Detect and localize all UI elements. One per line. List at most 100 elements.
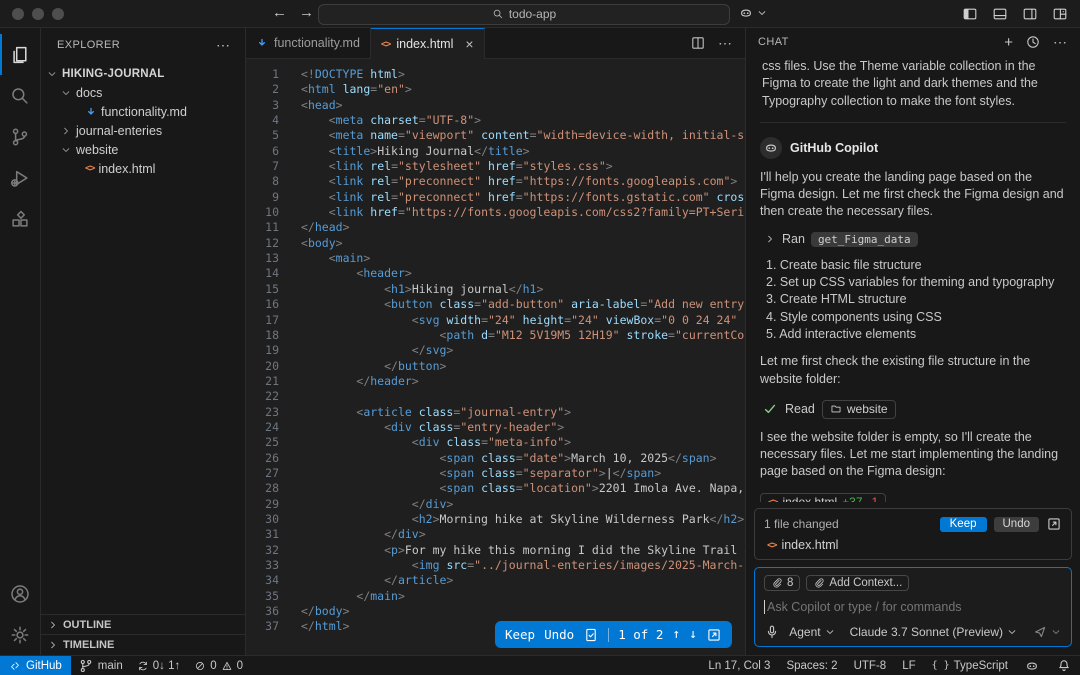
code-line: 1 <!DOCTYPE html> [246,67,745,82]
tree-item-website[interactable]: website [41,140,245,159]
new-chat-button[interactable]: + [1004,34,1013,51]
keep-file-icon[interactable] [583,627,599,643]
encoding-indicator[interactable]: UTF-8 [846,660,895,672]
code-line: 3 <head> [246,98,745,113]
changed-file-name[interactable]: index.html [781,538,838,552]
send-button[interactable] [1032,624,1062,640]
sidebar-section-outline[interactable]: OUTLINE [41,615,245,635]
layout-bottom-icon[interactable] [992,6,1008,22]
editor-group: functionality.md <> index.html × ⋯ 1 <!DOCTY… [245,28,745,655]
tab-label: functionality.md [274,36,360,50]
problems-indicator[interactable]: 0 0 [187,660,250,672]
forward-arrow-icon[interactable]: → [299,4,314,21]
chat-history-button[interactable] [1025,34,1041,50]
explorer-activity-button[interactable] [0,34,40,75]
branch-indicator[interactable]: main [71,658,130,674]
layout-right-icon[interactable] [1022,6,1038,22]
split-editor-button[interactable] [690,35,706,51]
line-number: 5 [272,128,279,143]
mode-picker[interactable]: Agent [789,625,835,639]
undo-edit-button[interactable]: Undo [544,627,574,642]
chat-more-actions-button[interactable]: ⋯ [1053,34,1068,51]
command-center-search[interactable]: todo-app [318,3,730,25]
paperclip-icon [771,577,783,589]
microphone-button[interactable] [764,624,780,640]
accounts-button[interactable] [0,573,40,614]
code-text: <link rel="preconnect" href="https://fon… [328,174,738,189]
next-edit-button[interactable]: ↓ [689,627,697,642]
chat-messages[interactable]: css files. Use the Theme variable collec… [746,56,1080,502]
keep-edit-button[interactable]: Keep [505,627,535,642]
layout-left-icon[interactable] [962,6,978,22]
code-line: 25 <div class="meta-info"> [246,435,745,450]
line-number: 18 [265,327,279,342]
activity-bar [0,28,40,655]
read-target-chip[interactable]: website [821,399,896,419]
indentation-indicator[interactable]: Spaces: 2 [778,660,845,672]
tab-index.html[interactable]: <> index.html × [370,28,485,59]
tree-item-index.html[interactable]: <> index.html [41,159,245,178]
code-text: <svg width="24" height="24" viewBox="0 0… [411,312,745,327]
source-control-icon [9,126,31,148]
run-debug-activity-button[interactable] [0,157,40,198]
sync-indicator[interactable]: 0↓ 1↑ [130,660,188,672]
tree-item-journal-enteries[interactable]: journal-enteries [41,121,245,140]
line-number: 23 [265,404,279,419]
remote-indicator[interactable]: GitHub [0,656,71,675]
settings-gear-button[interactable] [0,614,40,655]
eol-indicator[interactable]: LF [894,660,923,672]
tool-call-chip[interactable]: get_Figma_data [810,231,918,247]
open-changes-icon[interactable] [706,627,722,643]
explorer-more-actions-button[interactable]: ⋯ [216,37,231,54]
chat-step: 1. Create basic file structure [766,257,922,272]
code-line: 18 <path d="M12 5V19M5 12H19" stroke="cu… [246,328,745,343]
line-number: 15 [265,281,279,296]
file-name: functionality.md [101,104,187,119]
account-icon [9,583,31,605]
editor-more-actions-button[interactable]: ⋯ [718,35,733,52]
tree-item-functionality.md[interactable]: functionality.md [41,102,245,121]
code-text: <h1>Hiking journal</h1> [384,281,544,296]
sidebar-section-timeline[interactable]: TIMELINE [41,635,245,655]
tab-functionality.md[interactable]: functionality.md [246,28,371,58]
source-control-activity-button[interactable] [0,116,40,157]
window-controls[interactable] [12,8,64,20]
copilot-avatar [760,136,782,159]
search-activity-button[interactable] [0,75,40,116]
copilot-status-button[interactable] [1016,658,1048,674]
notifications-bell-button[interactable] [1048,658,1080,674]
close-icon[interactable]: × [465,37,473,51]
keep-all-button[interactable]: Keep [939,516,987,532]
close-window-button[interactable] [12,8,24,20]
bell-icon [1056,658,1072,674]
add-context-button[interactable]: Add Context... [806,575,910,591]
tree-item-root[interactable]: HIKING-JOURNAL [41,64,245,83]
chat-input-box[interactable]: 8 Add Context... Ask Copilot or type / f… [754,567,1072,647]
cursor-position[interactable]: Ln 17, Col 3 [700,660,778,672]
braces-icon: { } [931,660,950,671]
code-text: <title>Hiking Journal</title> [328,143,530,158]
model-picker[interactable]: Claude 3.7 Sonnet (Preview) [850,625,1018,639]
attachments-chip[interactable]: 8 [764,575,801,591]
code-line: 17 <svg width="24" height="24" viewBox="… [246,313,745,328]
layout-custom-icon[interactable] [1052,6,1068,22]
language-mode[interactable]: { } TypeScript [924,660,1016,672]
view-changes-icon[interactable] [1046,516,1062,532]
edited-file-chip[interactable]: <> index.html +37 -1 [760,492,887,502]
extensions-activity-button[interactable] [0,198,40,239]
tree-item-docs[interactable]: docs [41,83,245,102]
maximize-window-button[interactable] [52,8,64,20]
line-number: 1 [272,67,279,81]
copilot-menu-button[interactable] [738,5,768,21]
chat-input-placeholder[interactable]: Ask Copilot or type / for commands [767,600,962,614]
previous-edit-button[interactable]: ↑ [672,627,680,642]
code-editor[interactable]: 1 <!DOCTYPE html> 2 <html lang="en"> 3 <head>… [246,59,745,655]
back-arrow-icon[interactable]: ← [272,4,287,21]
code-line: 12 <body> [246,236,745,251]
chat-title: CHAT [758,36,789,48]
expand-tool-call-icon[interactable] [764,233,776,245]
code-line: 33 <img src="../journal-enteries/images/… [246,558,745,573]
errors-icon [194,660,206,672]
minimize-window-button[interactable] [32,8,44,20]
undo-all-button[interactable]: Undo [993,516,1039,532]
